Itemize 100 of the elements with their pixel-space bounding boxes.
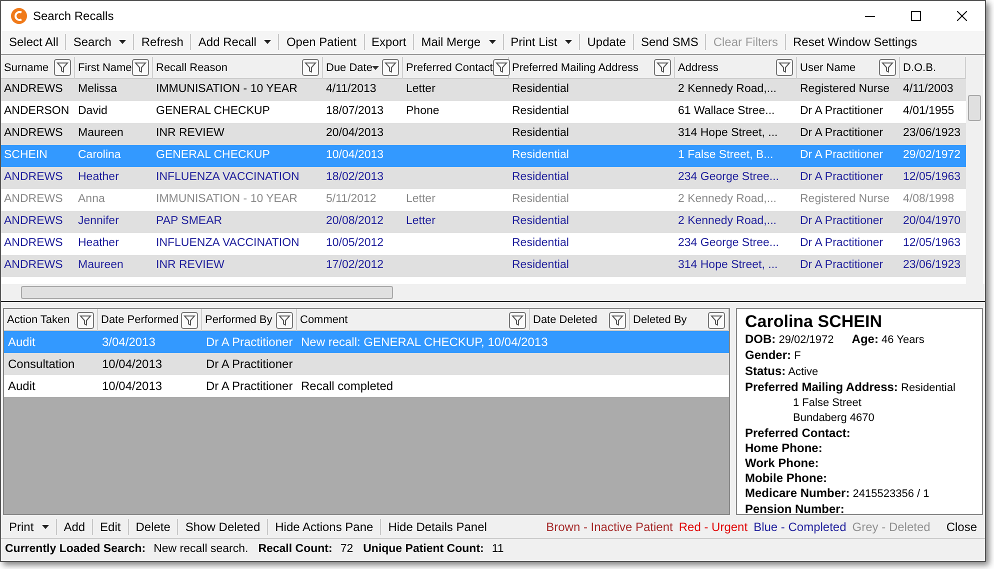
table-cell: 23/06/1923 <box>903 127 961 140</box>
legend-label: Brown - Inactive Patient <box>546 518 673 536</box>
toolbar-button[interactable]: Add <box>58 516 90 537</box>
sort-arrow-icon <box>372 66 380 70</box>
table-cell: Audit <box>8 335 36 350</box>
filter-icon[interactable] <box>54 59 71 76</box>
toolbar-button[interactable]: Export <box>366 32 412 52</box>
maximize-icon <box>911 11 921 21</box>
table-cell: 17/02/2012 <box>326 259 384 272</box>
table-row[interactable]: ANDREWS Heather INFLUENZA VACCINATION 18/02/2013 Residential 234 George Stree... Dr A Practitioner 12/05/1963 <box>1 166 966 189</box>
horizontal-scrollbar[interactable] <box>1 284 985 302</box>
table-cell: Dr A Practitioner <box>206 335 293 350</box>
toolbar-button[interactable]: Update <box>582 32 631 52</box>
filter-icon[interactable] <box>776 59 793 76</box>
toolbar-button[interactable]: Edit <box>95 516 126 537</box>
close-button[interactable]: Close <box>942 518 981 536</box>
table-row[interactable]: Consultation 10/04/2013 Dr A Practitioner <box>4 353 729 376</box>
table-cell: Melissa <box>78 83 117 96</box>
toolbar-button[interactable]: Search <box>68 32 132 52</box>
filter-icon[interactable] <box>708 312 725 329</box>
toolbar-button[interactable]: Reset Window Settings <box>788 32 922 52</box>
legend-label: Grey - Deleted <box>852 518 930 536</box>
table-cell: Dr A Practitioner <box>800 259 884 272</box>
detail-field: Work Phone: <box>745 456 819 472</box>
patient-name: Carolina SCHEIN <box>745 312 883 332</box>
detail-field: Gender: F <box>745 348 801 364</box>
toolbar-button[interactable]: Add Recall <box>193 32 276 52</box>
detail-field: Status: Active <box>745 364 818 380</box>
table-cell: Registered Nurse <box>800 83 890 96</box>
caret-icon <box>565 40 572 44</box>
toolbar-button[interactable]: Open Patient <box>281 32 362 52</box>
close-icon <box>957 11 967 21</box>
table-cell: 20/04/2013 <box>326 127 384 140</box>
filter-icon[interactable] <box>77 312 94 329</box>
app-logo-icon <box>11 8 27 24</box>
toolbar-button[interactable]: Print List <box>506 32 578 52</box>
table-cell: Dr A Practitioner <box>800 127 884 140</box>
toolbar-button[interactable]: Hide Details Panel <box>383 516 492 537</box>
toolbar-button[interactable]: Print <box>4 516 54 537</box>
filter-icon[interactable] <box>492 59 510 76</box>
detail-field: Home Phone: <box>745 441 822 456</box>
status-label: Recall Count: <box>258 542 332 558</box>
table-cell: 12/05/1963 <box>903 237 961 250</box>
toolbar-button[interactable]: Hide Actions Pane <box>270 516 378 537</box>
table-cell: INFLUENZA VACCINATION <box>156 171 300 184</box>
table-cell: Audit <box>8 379 36 394</box>
vertical-scrollbar[interactable] <box>966 56 983 284</box>
table-cell: ANDREWS <box>4 127 63 140</box>
toolbar-button[interactable]: Select All <box>4 32 64 52</box>
table-cell: Residential <box>512 105 569 118</box>
filter-icon[interactable] <box>302 59 319 76</box>
table-cell: 5/11/2012 <box>326 193 376 206</box>
table-row[interactable]: ANDREWS Maureen INR REVIEW 17/02/2012 Residential 314 Hope Street, ... Dr A Practitioner 23/06/1923 <box>1 254 966 277</box>
table-cell: 314 Hope Street, ... <box>678 259 778 272</box>
table-cell: 29/02/1972 <box>903 149 961 162</box>
filter-icon[interactable] <box>609 312 626 329</box>
table-cell: Residential <box>512 127 569 140</box>
table-cell: 23/06/1923 <box>903 259 961 272</box>
table-cell: 2 Kennedy Road,... <box>678 193 776 206</box>
table-cell: Maureen <box>78 127 124 140</box>
table-cell: IMMUNISATION - 10 YEAR <box>156 193 298 206</box>
filter-icon[interactable] <box>382 59 399 76</box>
table-cell: 10/05/2012 <box>326 237 384 250</box>
filter-icon[interactable] <box>132 59 149 76</box>
table-cell: Letter <box>406 83 436 96</box>
toolbar-button[interactable]: Refresh <box>136 32 188 52</box>
status-label: Currently Loaded Search: <box>5 542 146 558</box>
table-row[interactable]: ANDREWS Jennifer PAP SMEAR 20/08/2012 Letter Residential 2 Kennedy Road,... Dr A Practitioner 20/04/1970 <box>1 210 966 233</box>
table-cell: 2 Kennedy Road,... <box>678 215 776 228</box>
table-cell: Dr A Practitioner <box>800 105 884 118</box>
table-cell: ANDERSON <box>4 105 70 118</box>
filter-icon[interactable] <box>654 59 671 76</box>
toolbar-button[interactable]: Mail Merge <box>416 32 501 52</box>
table-cell: Jennifer <box>78 215 119 228</box>
table-cell: 18/02/2013 <box>326 171 384 184</box>
toolbar-button[interactable]: Show Deleted <box>180 516 266 537</box>
table-row[interactable]: ANDREWS Maureen INR REVIEW 20/04/2013 Residential 314 Hope Street, ... Dr A Practitioner 23/06/1923 <box>1 122 966 145</box>
table-cell: 4/08/1998 <box>903 193 954 206</box>
table-cell: Dr A Practitioner <box>206 357 293 372</box>
table-cell: 1 False Street, B... <box>678 149 774 162</box>
table-cell: Residential <box>512 215 569 228</box>
table-cell: 20/04/1970 <box>903 215 961 228</box>
table-row[interactable]: Audit 10/04/2013 Dr A Practitioner Recall completed <box>4 375 729 398</box>
table-cell: David <box>78 105 108 118</box>
table-cell: 4/11/2013 <box>326 83 376 96</box>
table-row[interactable]: ANDREWS Melissa IMMUNISATION - 10 YEAR 4/11/2013 Letter Residential 2 Kennedy Road,... Registered Nurse 4/11/2003 <box>1 78 966 101</box>
toolbar-button[interactable]: Send SMS <box>636 32 704 52</box>
table-cell: Dr A Practitioner <box>800 237 884 250</box>
filter-icon[interactable] <box>181 312 198 329</box>
filter-icon[interactable] <box>276 312 293 329</box>
scrollbar-thumb[interactable] <box>21 286 393 300</box>
toolbar-button[interactable]: Delete <box>130 516 176 537</box>
filter-icon[interactable] <box>879 59 896 76</box>
table-cell: Phone <box>406 105 440 118</box>
table-cell: Carolina <box>78 149 121 162</box>
table-cell: INFLUENZA VACCINATION <box>156 237 300 250</box>
status-value: 72 <box>340 542 354 558</box>
table-cell: Dr A Practitioner <box>800 149 884 162</box>
filter-icon[interactable] <box>509 312 526 329</box>
scrollbar-thumb[interactable] <box>968 94 981 121</box>
